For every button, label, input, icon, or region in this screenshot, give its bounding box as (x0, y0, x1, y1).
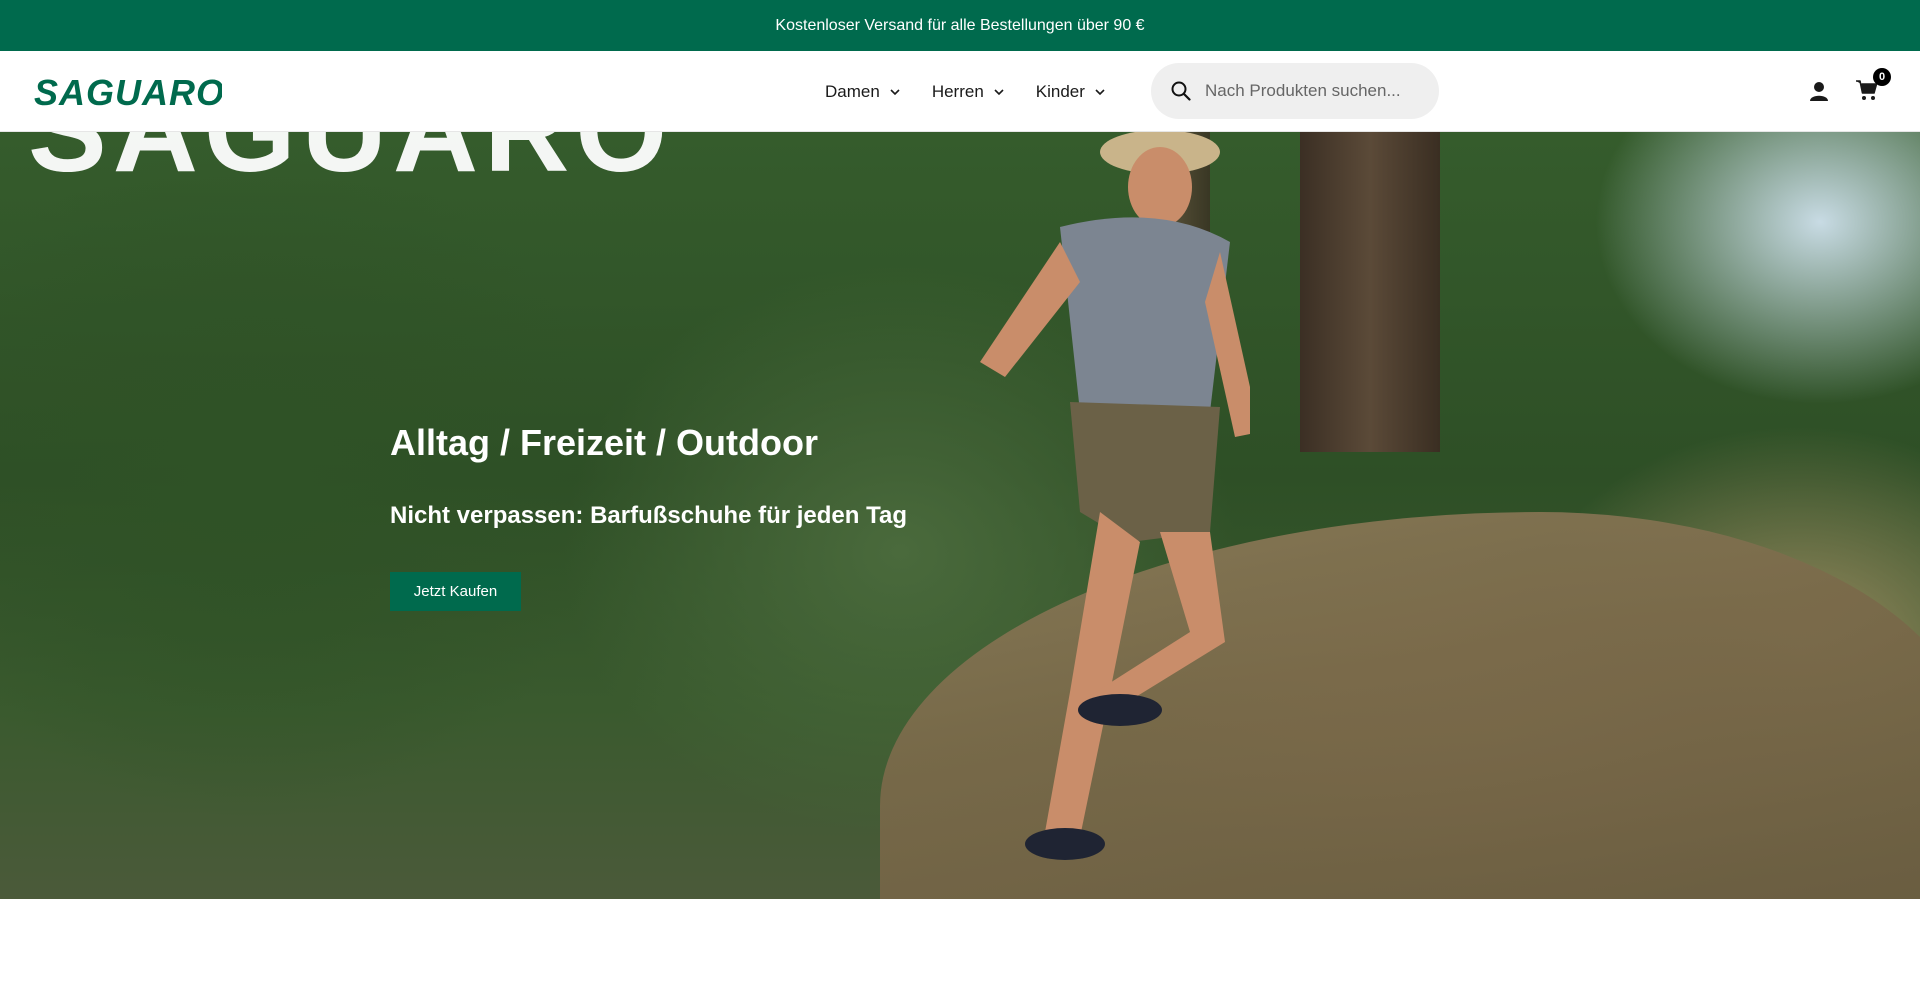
nav-item-kinder[interactable]: Kinder (1036, 82, 1105, 102)
site-header: SAGUARO Damen Herren Kinder 0 (0, 51, 1920, 132)
svg-text:SAGUARO: SAGUARO (34, 75, 222, 109)
nav-label: Kinder (1035, 81, 1085, 101)
nav-item-damen[interactable]: Damen (825, 82, 900, 102)
saguaro-logo[interactable]: SAGUARO (34, 75, 222, 109)
nav-item-herren[interactable]: Herren (932, 82, 1004, 102)
chevron-down-icon (994, 88, 1004, 95)
announcement-text: Kostenloser Versand für alle Bestellunge… (775, 16, 1145, 34)
hero-subtitle: Nicht verpassen: Barfußschuhe für jeden … (390, 502, 907, 529)
search-input[interactable] (1205, 81, 1425, 101)
shop-now-button[interactable]: Jetzt Kaufen (390, 572, 521, 611)
cart-count-badge: 0 (1873, 68, 1891, 86)
hero-title: Alltag / Freizeit / Outdoor (390, 422, 819, 463)
chevron-down-icon (890, 88, 900, 95)
nav-label: Herren (931, 81, 984, 101)
search-icon[interactable] (1171, 81, 1191, 101)
user-icon[interactable] (1808, 80, 1830, 102)
announcement-bar: Kostenloser Versand für alle Bestellunge… (0, 0, 1920, 51)
nav-label: Damen (825, 81, 880, 101)
hero-banner: SAGUARO Alltag / Freizeit / Outdoor Nich… (0, 132, 1920, 899)
main-nav: Damen Herren Kinder (825, 51, 1137, 132)
hero-background-word: SAGUARO (28, 132, 673, 190)
hero-tree-trunk (1300, 132, 1440, 452)
search-box[interactable] (1151, 63, 1439, 119)
chevron-down-icon (1095, 88, 1105, 95)
